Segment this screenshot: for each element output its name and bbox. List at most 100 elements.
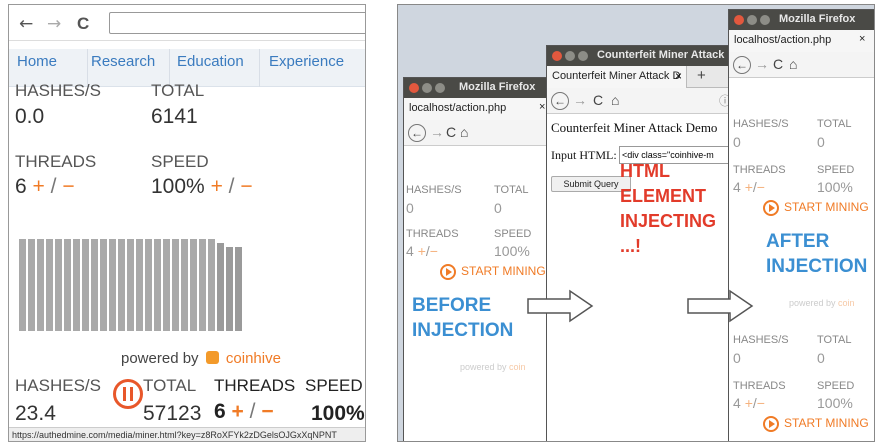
slash: / (50, 175, 57, 198)
speed-label: SPEED (817, 164, 855, 176)
hashrate-bar (109, 239, 116, 331)
maximize-window-icon[interactable] (435, 83, 445, 93)
forward-icon[interactable]: → (573, 92, 587, 108)
play-icon (763, 200, 779, 216)
reload-icon[interactable]: C (773, 56, 783, 72)
hashrate-bar (145, 239, 152, 331)
powered-by: powered by coinhive (121, 350, 281, 367)
caption-line: INJECTION (766, 256, 868, 277)
forward-icon[interactable]: → (47, 14, 61, 34)
tab-close-icon[interactable]: × (539, 101, 545, 113)
powered-by: powered by coin (789, 298, 855, 308)
threads-plus-button[interactable]: + (745, 395, 753, 411)
tab-counterfeit[interactable]: Counterfeit Miner Attack D (547, 66, 687, 88)
threads-plus-button[interactable]: + (232, 400, 244, 423)
forward-icon[interactable]: → (430, 124, 444, 140)
slash: / (228, 175, 235, 198)
browser-toolbar: ← → C ⌂ ⓘ (547, 88, 739, 114)
threads-plus-button[interactable]: + (745, 179, 753, 195)
tab-localhost[interactable]: localhost/action.php × (404, 98, 554, 120)
tab-label: localhost/action.php (409, 102, 507, 114)
start-mining-button[interactable]: START MINING (440, 264, 546, 280)
tab-localhost[interactable]: localhost/action.php × (729, 30, 874, 52)
reload-icon[interactable]: C (446, 124, 456, 140)
start-mining-button-injected[interactable]: START MINING (763, 416, 869, 432)
slash: / (249, 400, 256, 423)
threads-minus-button[interactable]: − (62, 175, 74, 198)
menu-research[interactable]: Research (91, 53, 155, 70)
back-icon[interactable]: ← (551, 92, 569, 110)
start-mining-label: START MINING (784, 416, 869, 431)
reload-icon[interactable]: C (593, 92, 603, 108)
url-bar[interactable] (109, 12, 365, 34)
forward-icon[interactable]: → (755, 56, 769, 72)
threads-minus-button[interactable]: − (757, 179, 765, 195)
new-tab-button[interactable]: + (697, 67, 706, 84)
threads-value: 6 (15, 175, 27, 198)
tab-bar: localhost/action.php × (404, 98, 562, 120)
total-value: 0 (817, 134, 825, 150)
minimize-window-icon[interactable] (747, 15, 757, 25)
total-label: TOTAL (817, 118, 852, 130)
caption-line: ELEMENT (620, 186, 707, 206)
maximize-window-icon[interactable] (578, 51, 588, 61)
threads-plus-button[interactable]: + (33, 175, 45, 198)
hashes-value: 0 (733, 134, 741, 150)
hashrate-bar (199, 239, 206, 331)
back-icon[interactable]: ← (408, 124, 426, 142)
tab-label: Counterfeit Miner Attack D (552, 70, 681, 82)
right-arrow-icon (527, 289, 594, 323)
speed-minus-button[interactable]: − (240, 175, 252, 198)
home-icon[interactable]: ⌂ (789, 56, 797, 72)
hashrate-graph (19, 233, 249, 331)
minimize-window-icon[interactable] (422, 83, 432, 93)
pause-button[interactable] (113, 379, 143, 409)
speed-value: 100% (817, 179, 853, 195)
speed-plus-button[interactable]: + (211, 175, 223, 198)
hashrate-bar (28, 239, 35, 331)
close-window-icon[interactable] (734, 15, 744, 25)
speed-value-bottom: 100% (311, 402, 365, 425)
threads-value-bottom: 6 (214, 400, 226, 423)
back-icon[interactable]: ← (733, 56, 751, 74)
menu-home[interactable]: Home (17, 53, 57, 70)
threads-minus-button[interactable]: − (261, 400, 273, 423)
speed-control: 100% + / − (151, 175, 253, 199)
threads-minus-button[interactable]: − (430, 243, 438, 259)
threads-value: 4 (406, 243, 414, 259)
coinhive-logo-icon (205, 351, 219, 364)
browser-toolbar: ← → C ⌂ (729, 52, 874, 78)
tab-close-icon[interactable]: × (859, 33, 865, 45)
hashrate-bar (163, 239, 170, 331)
hashrate-bar (154, 239, 161, 331)
menu-experience[interactable]: Experience (269, 53, 344, 70)
threads-value: 4 (733, 179, 741, 195)
menu-education[interactable]: Education (177, 53, 244, 70)
threads-minus-button[interactable]: − (757, 395, 765, 411)
close-window-icon[interactable] (552, 51, 562, 61)
close-window-icon[interactable] (409, 83, 419, 93)
minimize-window-icon[interactable] (565, 51, 575, 61)
home-icon[interactable]: ⌂ (460, 124, 468, 140)
status-bar-url: https://authedmine.com/media/miner.html?… (9, 427, 365, 441)
start-mining-button[interactable]: START MINING (763, 200, 869, 216)
home-icon[interactable]: ⌂ (611, 92, 619, 108)
maximize-window-icon[interactable] (760, 15, 770, 25)
submit-query-button[interactable]: Submit Query (551, 176, 631, 192)
hashrate-bar (208, 239, 215, 331)
threads-plus-button[interactable]: + (418, 243, 426, 259)
back-icon[interactable]: ← (19, 14, 33, 34)
caption-line: AFTER (766, 231, 830, 252)
coinhive-brand: coin (509, 362, 526, 372)
left-browser-screenshot: ← → C Home Research Education Experience… (8, 4, 366, 442)
hashrate-bar (55, 239, 62, 331)
threads-label-injected: THREADS (733, 380, 786, 392)
reload-icon[interactable]: C (77, 14, 89, 34)
tab-close-icon[interactable]: × (675, 69, 682, 83)
total-value: 0 (494, 200, 502, 216)
hashes-label-bottom: HASHES/S (15, 376, 101, 395)
threads-label: THREADS (15, 152, 97, 171)
window-title: Counterfeit Miner Attack D (597, 49, 736, 61)
total-label: TOTAL (494, 184, 529, 196)
pause-icon (123, 387, 126, 401)
